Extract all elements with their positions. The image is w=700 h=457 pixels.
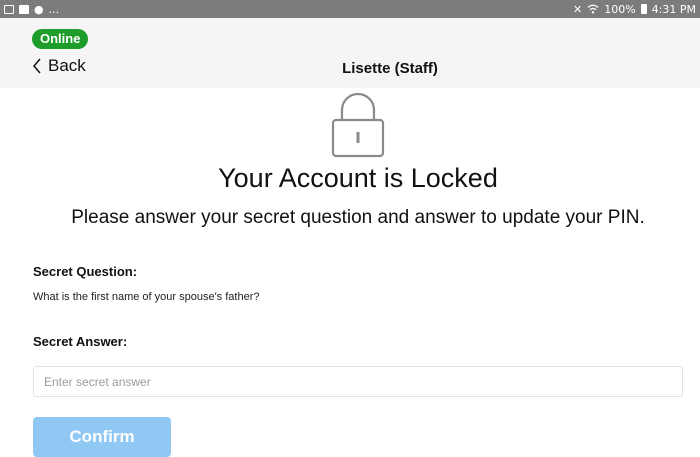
lock-icon <box>331 92 385 158</box>
secret-question-label: Secret Question: <box>33 264 138 279</box>
wifi-icon <box>587 4 599 14</box>
page-title: Lisette (Staff) <box>342 60 438 77</box>
secret-question-text: What is the first name of your spouse's … <box>33 291 260 303</box>
status-bar-left: ● ... <box>4 3 59 16</box>
picture-icon <box>19 4 29 14</box>
locked-subtitle: Please answer your secret question and a… <box>71 207 645 228</box>
mute-icon: ✕ <box>573 2 583 16</box>
battery-icon <box>640 4 647 14</box>
secret-answer-label: Secret Answer: <box>33 334 128 349</box>
battery-percent: 100% <box>604 2 636 16</box>
status-badge: Online <box>32 29 89 49</box>
apple-icon: ● <box>34 2 44 16</box>
status-bar-right: ✕ 100% 4:31 PM <box>573 3 696 16</box>
clock: 4:31 PM <box>651 2 696 16</box>
confirm-button[interactable]: Confirm <box>33 417 171 457</box>
status-bar: ● ... ✕ 100% 4:31 PM <box>0 0 700 18</box>
image-icon <box>4 4 14 14</box>
app-header: Online Back Lisette (Staff) <box>0 18 700 88</box>
status-more: ... <box>48 2 60 16</box>
secret-answer-input[interactable] <box>33 366 683 397</box>
locked-title: Your Account is Locked <box>218 163 498 193</box>
